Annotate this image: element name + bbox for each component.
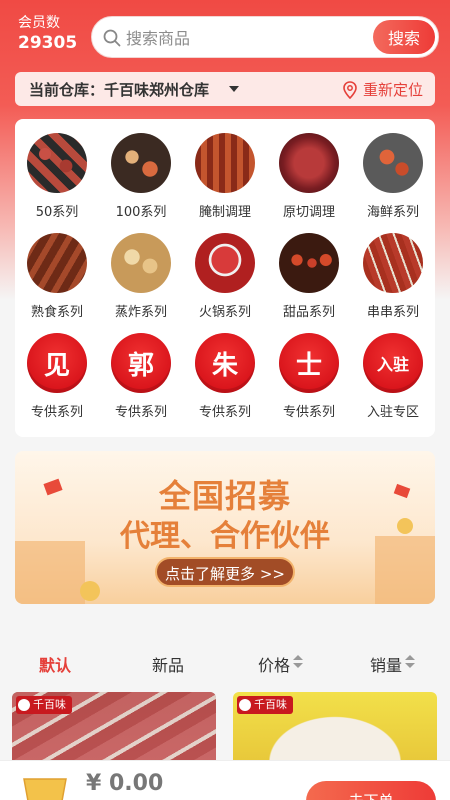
total-price: ¥ 0.00 xyxy=(86,771,164,796)
food-photo-skewers-icon xyxy=(363,233,423,293)
food-photo-seafood-icon xyxy=(363,133,423,193)
category-label: 海鲜系列 xyxy=(366,205,419,220)
food-photo-dishes-icon xyxy=(111,133,171,193)
search-bar[interactable]: 搜索 xyxy=(91,16,439,58)
product-card[interactable]: 千百味 xyxy=(233,692,437,762)
category-item-cooked[interactable]: 熟食系列 xyxy=(15,229,99,329)
search-icon xyxy=(103,29,121,47)
brand-badge-icon: 朱 xyxy=(195,333,255,393)
sort-new[interactable]: 新品 xyxy=(152,652,184,676)
category-item-seafood[interactable]: 海鲜系列 xyxy=(351,129,435,229)
category-item-marinated[interactable]: 腌制调理 xyxy=(183,129,267,229)
category-item-50[interactable]: 50系列 xyxy=(15,129,99,229)
brand-tag-label: 千百味 xyxy=(33,698,66,711)
category-label: 100系列 xyxy=(115,205,167,220)
location-pin-icon xyxy=(343,80,357,99)
category-label: 专供系列 xyxy=(30,405,83,420)
category-item-join[interactable]: 入驻 入驻专区 xyxy=(351,329,435,429)
brand-badge-icon: 见 xyxy=(27,333,87,393)
category-item-dessert[interactable]: 甜品系列 xyxy=(267,229,351,329)
category-label: 专供系列 xyxy=(114,405,167,420)
category-item-skewers[interactable]: 串串系列 xyxy=(351,229,435,329)
sort-sales[interactable]: 销量 xyxy=(370,652,402,676)
sort-arrows-icon[interactable] xyxy=(293,655,303,669)
header: 会员数 29305 搜索 xyxy=(0,0,450,76)
member-count: 29305 xyxy=(18,33,78,53)
search-button[interactable]: 搜索 xyxy=(373,20,435,54)
food-photo-steak-icon xyxy=(279,133,339,193)
brand-logo-icon xyxy=(239,699,251,711)
brand-tag-label: 千百味 xyxy=(254,698,287,711)
category-item-raw-cut[interactable]: 原切调理 xyxy=(267,129,351,229)
category-item-special-guo[interactable]: 郭 专供系列 xyxy=(99,329,183,429)
sort-bar: 默认 新品 价格 销量 xyxy=(0,640,450,684)
sort-default[interactable]: 默认 xyxy=(39,652,71,676)
bottom-cart-bar: ¥ 0.00 去下单 xyxy=(0,760,450,800)
sort-price[interactable]: 价格 xyxy=(258,652,290,676)
food-photo-cooked-icon xyxy=(27,233,87,293)
category-label: 腌制调理 xyxy=(198,205,251,220)
member-label: 会员数 xyxy=(18,15,60,31)
relocate-button[interactable]: 重新定位 xyxy=(342,79,423,100)
sort-arrows-icon[interactable] xyxy=(405,655,415,669)
category-item-100[interactable]: 100系列 xyxy=(99,129,183,229)
warehouse-label[interactable]: 当前仓库：千百味郑州仓库 xyxy=(29,79,209,100)
brand-tag: 千百味 xyxy=(16,696,72,714)
learn-more-button[interactable]: 点击了解更多 >> xyxy=(155,557,295,587)
brand-badge-icon: 郭 xyxy=(111,333,171,393)
category-item-hotpot[interactable]: 火锅系列 xyxy=(183,229,267,329)
category-label: 专供系列 xyxy=(198,405,251,420)
category-label: 火锅系列 xyxy=(198,305,251,320)
search-input[interactable] xyxy=(126,25,366,51)
category-card: 50系列 100系列 腌制调理 原切调理 海鲜系列 熟食系列 蒸炸系列 火锅系列… xyxy=(15,119,435,437)
category-label: 甜品系列 xyxy=(282,305,335,320)
brand-logo-icon xyxy=(18,699,30,711)
category-label: 专供系列 xyxy=(282,405,335,420)
food-photo-fried-icon xyxy=(111,233,171,293)
checkout-button[interactable]: 去下单 xyxy=(306,781,436,800)
category-label: 熟食系列 xyxy=(30,305,83,320)
category-item-steamed-fried[interactable]: 蒸炸系列 xyxy=(99,229,183,329)
food-photo-hotpot-icon xyxy=(195,233,255,293)
recruit-banner[interactable]: 全国招募 代理、合作伙伴 点击了解更多 >> xyxy=(15,451,435,604)
category-label: 串串系列 xyxy=(366,305,419,320)
category-item-special-shi[interactable]: 士 专供系列 xyxy=(267,329,351,429)
category-label: 原切调理 xyxy=(282,205,335,220)
warehouse-selector[interactable]: 当前仓库：千百味郑州仓库 重新定位 xyxy=(15,72,435,106)
cart-icon[interactable] xyxy=(22,775,68,800)
category-label: 入驻专区 xyxy=(366,405,419,420)
brand-tag: 千百味 xyxy=(237,696,293,714)
join-badge-icon: 入驻 xyxy=(363,333,423,393)
dropdown-arrow-icon[interactable] xyxy=(229,86,239,92)
relocate-label: 重新定位 xyxy=(362,81,423,99)
product-card[interactable]: 千百味 xyxy=(12,692,216,762)
banner-subtitle: 代理、合作伙伴 xyxy=(120,519,330,554)
category-grid: 50系列 100系列 腌制调理 原切调理 海鲜系列 熟食系列 蒸炸系列 火锅系列… xyxy=(15,129,435,429)
member-count-block: 会员数 29305 xyxy=(18,14,77,54)
food-photo-dessert-icon xyxy=(279,233,339,293)
food-photo-trays-icon xyxy=(27,133,87,193)
category-label: 蒸炸系列 xyxy=(114,305,167,320)
brand-badge-icon: 士 xyxy=(279,333,339,393)
category-item-special-zhu[interactable]: 朱 专供系列 xyxy=(183,329,267,429)
category-label: 50系列 xyxy=(35,205,79,220)
food-photo-marinated-icon xyxy=(195,133,255,193)
category-item-special-jian[interactable]: 见 专供系列 xyxy=(15,329,99,429)
